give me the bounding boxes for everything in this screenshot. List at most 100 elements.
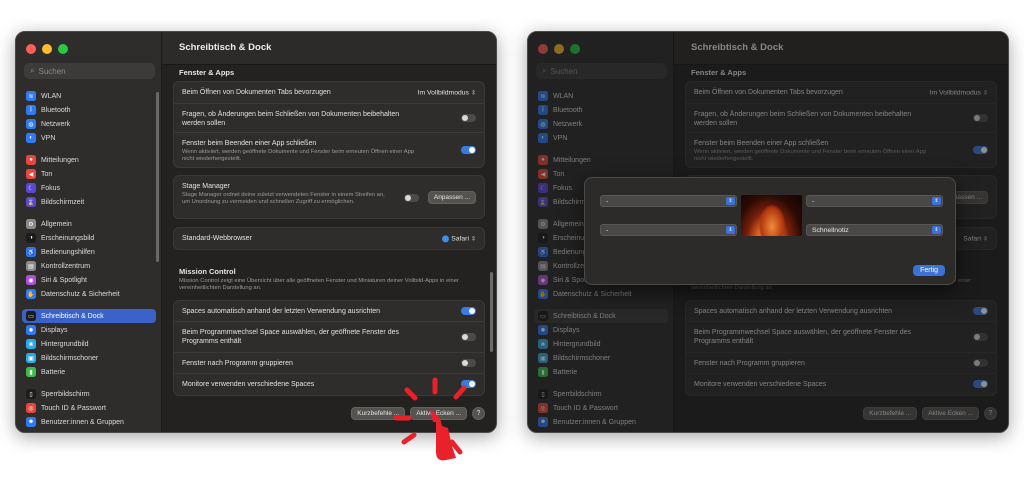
sidebar-item-hintergrundbild[interactable]: ❀ Hintergrundbild: [534, 337, 668, 351]
sidebar-nav: ≋ WLAN ᛒ Bluetooth ◍ Netzwerk ◐ VPN ● Mitteilunge…: [22, 89, 156, 429]
switch-space-toggle[interactable]: [973, 332, 988, 341]
close-windows-toggle[interactable]: [461, 145, 476, 154]
sidebar-item-netzwerk[interactable]: ◍ Netzwerk: [22, 117, 156, 131]
sidebar-item-label: Benutzer:innen & Gruppen: [41, 418, 124, 426]
sidebar-item-bildschirmschoner[interactable]: ▣ Bildschirmschoner: [22, 351, 156, 365]
sidebar-item-benutzer-innen-gruppen[interactable]: ☻ Benutzer:innen & Gruppen: [22, 415, 156, 429]
help-button[interactable]: ?: [472, 407, 485, 420]
chevron-updown-icon: ⇕: [932, 226, 941, 234]
sidebar-item-bluetooth[interactable]: ᛒ Bluetooth: [534, 103, 668, 117]
stage-manager-customize-button[interactable]: Anpassen ...: [427, 191, 476, 205]
sidebar-item-sperrbildschirm[interactable]: ▯ Sperrbildschirm: [22, 387, 156, 401]
sidebar-item-label: Bildschirmzeit: [41, 198, 85, 206]
sidebar-item-schreibtisch-dock[interactable]: ▭ Schreibtisch & Dock: [22, 309, 156, 323]
separate-spaces-label: Monitore verwenden verschiedene Spaces: [182, 381, 315, 388]
sidebar-item-benutzer-innen-gruppen[interactable]: ☻ Benutzer:innen & Gruppen: [534, 415, 668, 429]
dock-icon: ▭: [538, 311, 548, 321]
battery-icon: ▮: [26, 367, 36, 377]
sidebar-item-vpn[interactable]: ◐ VPN: [534, 131, 668, 145]
search-input[interactable]: ⌕ Suchen: [536, 63, 667, 79]
sidebar-item-fokus[interactable]: ☾ Fokus: [22, 181, 156, 195]
sidebar-item-label: Allgemein: [553, 220, 584, 228]
chevron-updown-icon: ⇕: [470, 90, 476, 96]
sidebar-item-hintergrundbild[interactable]: ❀ Hintergrundbild: [22, 337, 156, 351]
sidebar-item-label: Bluetooth: [41, 106, 71, 114]
switch-space-toggle[interactable]: [461, 332, 476, 341]
highlight-ray: [401, 432, 417, 445]
fingerprint-icon: ◎: [26, 403, 36, 413]
stage-manager-toggle[interactable]: [404, 193, 420, 202]
sidebar-item-label: Datenschutz & Sicherheit: [41, 290, 120, 298]
sidebar-item-bedienungshilfen[interactable]: ♿ Bedienungshilfen: [22, 245, 156, 259]
sidebar-item-datenschutz-sicherheit[interactable]: ✋ Datenschutz & Sicherheit: [22, 287, 156, 301]
tabs-popup[interactable]: Im Vollbildmodus ⇕: [930, 89, 988, 96]
close-window-button[interactable]: [538, 44, 548, 54]
sidebar-item-erscheinungsbild[interactable]: ◑ Erscheinungsbild: [22, 231, 156, 245]
sidebar-item-schreibtisch-dock[interactable]: ▭ Schreibtisch & Dock: [534, 309, 668, 323]
spaces-rearrange-label: Spaces automatisch anhand der letzten Ve…: [182, 308, 381, 315]
chevron-updown-icon: ⇕: [726, 226, 735, 234]
sidebar-item-kontrollzentrum[interactable]: ▤ Kontrollzentrum: [22, 259, 156, 273]
group-windows-toggle[interactable]: [973, 358, 988, 367]
sidebar-item-vpn[interactable]: ◐ VPN: [22, 131, 156, 145]
sidebar-item-netzwerk[interactable]: ◍ Netzwerk: [534, 117, 668, 131]
lock-screen-icon: ▯: [538, 389, 548, 399]
sidebar-item-wlan[interactable]: ≋ WLAN: [534, 89, 668, 103]
sidebar-item-ton[interactable]: ◀ Ton: [22, 167, 156, 181]
sidebar-item-displays[interactable]: ✹ Displays: [534, 323, 668, 337]
close-windows-toggle[interactable]: [973, 145, 988, 154]
sidebar-item-wlan[interactable]: ≋ WLAN: [22, 89, 156, 103]
sidebar-item-label: Displays: [553, 326, 580, 334]
window-controls: [538, 44, 580, 54]
spaces-rearrange-toggle[interactable]: [461, 306, 476, 315]
sidebar-item-label: Sperrbildschirm: [41, 390, 90, 398]
ask-changes-toggle[interactable]: [461, 113, 476, 122]
sidebar-item-allgemein[interactable]: ⚙ Allgemein: [22, 217, 156, 231]
browser-popup[interactable]: Safari ⇕: [963, 235, 988, 242]
close-window-button[interactable]: [26, 44, 36, 54]
safari-icon: [442, 234, 450, 242]
dock-icon: ▭: [26, 311, 36, 321]
zoom-window-button[interactable]: [58, 44, 68, 54]
hot-corner-bottom-left-select[interactable]: - ⇕: [600, 224, 737, 236]
minimize-window-button[interactable]: [554, 44, 564, 54]
hot-corners-button[interactable]: Aktive Ecken ...: [922, 407, 979, 420]
sidebar-item-bluetooth[interactable]: ᛒ Bluetooth: [22, 103, 156, 117]
hot-corner-bottom-right-select[interactable]: Schnellnotiz ⇕: [806, 224, 943, 236]
search-input[interactable]: ⌕ Suchen: [24, 63, 155, 79]
done-button[interactable]: Fertig: [913, 265, 945, 276]
close-windows-description: Wenn aktiviert, werden geöffnete Dokumen…: [182, 149, 415, 162]
shortcuts-button[interactable]: Kurzbefehle ...: [863, 407, 918, 420]
help-button[interactable]: ?: [984, 407, 997, 420]
sidebar-item-datenschutz-sicherheit[interactable]: ✋ Datenschutz & Sicherheit: [534, 287, 668, 301]
sidebar-scrollbar[interactable]: [156, 92, 159, 262]
section-heading-fenster: Fenster & Apps: [179, 68, 235, 77]
minimize-window-button[interactable]: [42, 44, 52, 54]
sidebar-divider: [22, 301, 156, 309]
sidebar-item-mitteilungen[interactable]: ● Mitteilungen: [22, 153, 156, 167]
hot-corner-top-left-select[interactable]: - ⇕: [600, 195, 737, 207]
group-windows-toggle[interactable]: [461, 358, 476, 367]
content-scrollbar[interactable]: [490, 272, 493, 352]
sidebar-item-sperrbildschirm[interactable]: ▯ Sperrbildschirm: [534, 387, 668, 401]
sidebar-item-mitteilungen[interactable]: ● Mitteilungen: [534, 153, 668, 167]
sidebar-item-touch-id-passwort[interactable]: ◎ Touch ID & Passwort: [534, 401, 668, 415]
sidebar-item-siri-spotlight[interactable]: ◉ Siri & Spotlight: [22, 273, 156, 287]
sidebar-item-bildschirmzeit[interactable]: ⌛ Bildschirmzeit: [22, 195, 156, 209]
sidebar-item-batterie[interactable]: ▮ Batterie: [22, 365, 156, 379]
browser-label: Standard-Webbrowser: [182, 235, 252, 242]
ask-changes-toggle[interactable]: [973, 113, 988, 122]
sidebar-item-label: WLAN: [553, 92, 574, 100]
sidebar-item-touch-id-passwort[interactable]: ◎ Touch ID & Passwort: [22, 401, 156, 415]
tabs-popup[interactable]: Im Vollbildmodus ⇕: [418, 89, 476, 96]
separate-spaces-toggle[interactable]: [973, 380, 988, 389]
spaces-rearrange-row: Spaces automatisch anhand der letzten Ve…: [174, 301, 484, 322]
users-icon: ☻: [538, 417, 548, 427]
hot-corner-top-right-select[interactable]: - ⇕: [806, 195, 943, 207]
zoom-window-button[interactable]: [570, 44, 580, 54]
sidebar-item-displays[interactable]: ✹ Displays: [22, 323, 156, 337]
sidebar-item-bildschirmschoner[interactable]: ▣ Bildschirmschoner: [534, 351, 668, 365]
spaces-rearrange-toggle[interactable]: [973, 306, 988, 315]
sidebar-item-batterie[interactable]: ▮ Batterie: [534, 365, 668, 379]
browser-popup[interactable]: Safari ⇕: [442, 234, 476, 242]
